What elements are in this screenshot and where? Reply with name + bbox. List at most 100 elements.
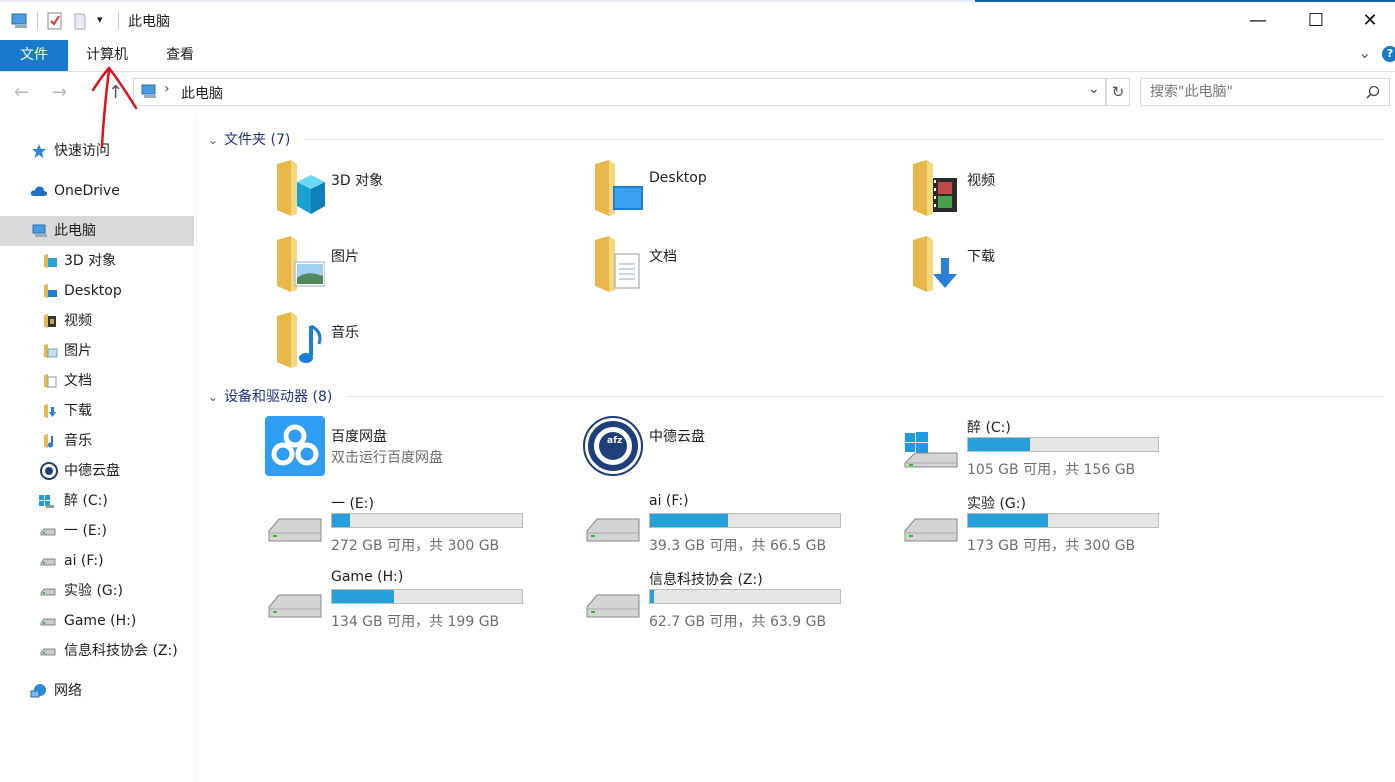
folders-group-header[interactable]: ⌄ 文件夹 (7) [208, 129, 1388, 149]
drive-usage-bar [967, 513, 1159, 528]
separator [118, 12, 119, 30]
drive-name: 信息科技协会 (Z:) [649, 572, 763, 588]
breadcrumb-this-pc[interactable]: 此电脑 [181, 83, 223, 103]
folder-name: 下载 [967, 249, 995, 265]
computer-icon [11, 13, 27, 28]
baidu-netdisk[interactable]: 百度网盘 双击运行百度网盘 [265, 416, 565, 478]
folder-name: Desktop [649, 170, 707, 186]
folder-pictures[interactable]: 图片 [265, 236, 565, 300]
navigation-pane: 快速访问 OneDrive 此电脑 3D 对象 Desktop 视频 图片 文档… [0, 114, 197, 782]
folder-music[interactable]: 音乐 [265, 312, 565, 376]
drive-f[interactable]: ai (F:) 39.3 GB 可用，共 66.5 GB [583, 493, 883, 563]
drive-usage-fill [650, 514, 728, 527]
drive-icon [586, 518, 640, 542]
customize-toolbar-dropdown[interactable]: ▾ [97, 13, 103, 26]
drive-icon [268, 518, 322, 542]
sidebar-item-drive-h[interactable]: Game (H:) [0, 606, 194, 636]
drive-icon [904, 518, 958, 542]
address-bar[interactable]: › 此电脑 ⌄ [133, 78, 1106, 106]
sidebar-item-videos[interactable]: 视频 [0, 306, 194, 336]
drive-z[interactable]: 信息科技协会 (Z:) 62.7 GB 可用，共 63.9 GB [583, 569, 883, 639]
search-icon[interactable] [1366, 85, 1380, 99]
help-icon[interactable]: ? [1382, 46, 1395, 62]
sidebar-item-drive-f[interactable]: ai (F:) [0, 546, 194, 576]
refresh-button[interactable]: ↻ [1106, 78, 1130, 106]
sidebar-item-onedrive[interactable]: OneDrive [0, 176, 194, 206]
folder-downloads-icon [913, 236, 957, 292]
sidebar-item-documents[interactable]: 文档 [0, 366, 194, 396]
folder-3d-objects[interactable]: 3D 对象 [265, 160, 565, 224]
folder-pictures-icon [277, 236, 325, 292]
sidebar-item-network[interactable]: 网络 [0, 676, 194, 706]
drive-usage-fill [968, 438, 1031, 451]
drive-size: 134 GB 可用，共 199 GB [331, 614, 500, 630]
maximize-button[interactable]: ☐ [1287, 0, 1345, 40]
windows-drive-icon [904, 432, 958, 468]
search-input[interactable] [1140, 78, 1390, 106]
sidebar-item-zhongde-cloud[interactable]: 中德云盘 [0, 456, 194, 486]
devices-group-header[interactable]: ⌄ 设备和驱动器 (8) [208, 386, 1388, 406]
folder-pictures-icon [44, 344, 58, 358]
folder-name: 3D 对象 [331, 173, 384, 189]
folder-desktop[interactable]: Desktop [583, 160, 883, 224]
tab-view[interactable]: 查看 [166, 40, 194, 71]
folder-video-icon [44, 314, 56, 328]
drive-name: 一 (E:) [331, 496, 374, 512]
network-icon [30, 684, 46, 698]
sidebar-item-this-pc[interactable]: 此电脑 [0, 216, 194, 246]
star-icon [32, 144, 46, 158]
sidebar-item-desktop[interactable]: Desktop [0, 276, 194, 306]
folder-desktop-icon [595, 160, 643, 216]
folder-name: 视频 [967, 173, 995, 189]
drive-usage-bar [649, 589, 841, 604]
drive-usage-fill [332, 514, 350, 527]
forward-button[interactable]: → [52, 82, 67, 103]
folder-documents-icon [44, 374, 57, 388]
folder-videos[interactable]: 视频 [901, 160, 1201, 224]
drive-usage-bar [967, 437, 1159, 452]
drive-c[interactable]: 醉 (C:) 105 GB 可用，共 156 GB [901, 417, 1201, 487]
properties-icon[interactable] [46, 12, 64, 30]
chevron-down-icon: ⌄ [208, 133, 219, 147]
logo-text: afz [607, 436, 623, 446]
annotation-arrow-icon [91, 66, 138, 148]
network-drive-icon [586, 594, 640, 618]
drive-name: ai (F:) [649, 493, 689, 509]
maximize-icon: ☐ [1307, 9, 1325, 31]
drive-e[interactable]: 一 (E:) 272 GB 可用，共 300 GB [265, 493, 565, 563]
sidebar-item-drive-g[interactable]: 实验 (G:) [0, 576, 194, 606]
sidebar-item-downloads[interactable]: 下载 [0, 396, 194, 426]
close-button[interactable]: ✕ [1345, 0, 1395, 40]
new-folder-icon[interactable] [72, 12, 88, 30]
sidebar-item-drive-z[interactable]: 信息科技协会 (Z:) [0, 636, 194, 666]
sidebar-item-music[interactable]: 音乐 [0, 426, 194, 456]
folder-name: 文档 [649, 249, 677, 265]
close-icon: ✕ [1362, 9, 1378, 31]
sidebar-item-pictures[interactable]: 图片 [0, 336, 194, 366]
folder-desktop-icon [44, 284, 57, 298]
title-bar: ▾ 此电脑 — ☐ ✕ [0, 0, 1395, 40]
folder-downloads-icon [44, 404, 56, 418]
drive-icon [40, 618, 56, 626]
address-dropdown-icon[interactable]: ⌄ [1088, 81, 1100, 97]
drive-usage-bar [331, 589, 523, 604]
cloud-disk-icon [583, 416, 643, 476]
minimize-button[interactable]: — [1229, 0, 1287, 40]
drive-g[interactable]: 实验 (G:) 173 GB 可用，共 300 GB [901, 493, 1201, 563]
folder-downloads[interactable]: 下载 [901, 236, 1201, 300]
tab-file[interactable]: 文件 [0, 40, 68, 71]
path-separator: › [164, 81, 170, 97]
sidebar-item-3d-objects[interactable]: 3D 对象 [0, 246, 194, 276]
folder-documents[interactable]: 文档 [583, 236, 883, 300]
drive-h[interactable]: Game (H:) 134 GB 可用，共 199 GB [265, 569, 565, 639]
drive-usage-fill [968, 514, 1049, 527]
computer-icon [32, 224, 47, 237]
drive-usage-fill [332, 590, 395, 603]
zhongde-cloud-disk[interactable]: afz 中德云盘 [583, 416, 883, 478]
sidebar-item-drive-e[interactable]: 一 (E:) [0, 516, 194, 546]
drive-size: 105 GB 可用，共 156 GB [967, 462, 1136, 478]
back-button[interactable]: ← [14, 82, 29, 103]
sidebar-item-drive-c[interactable]: 醉 (C:) [0, 486, 194, 516]
separator [37, 12, 38, 30]
expand-ribbon-icon[interactable]: ⌄ [1358, 43, 1371, 62]
